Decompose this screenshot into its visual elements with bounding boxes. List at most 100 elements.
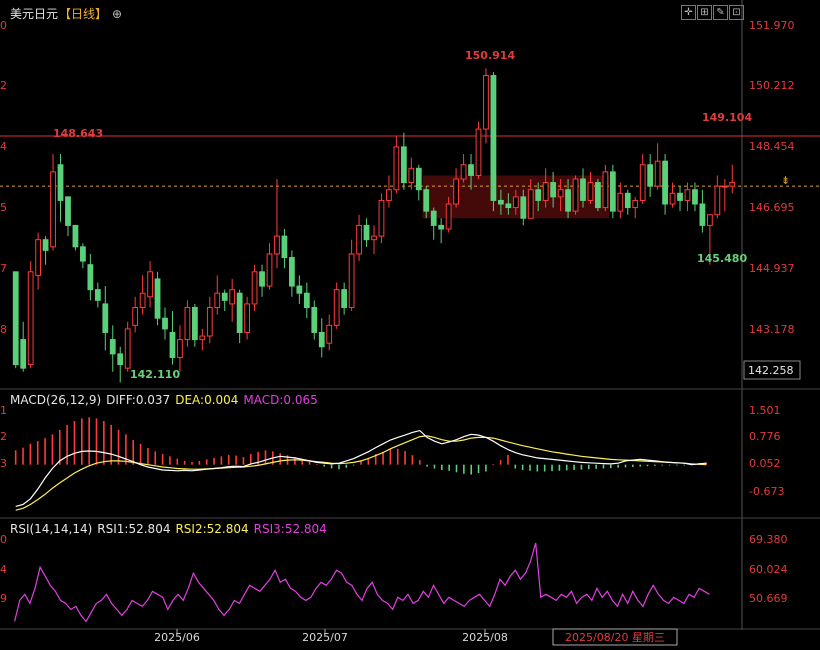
symbol-label: 美元日元	[10, 7, 59, 21]
chart-canvas[interactable]: ⇟148.643142.110150.914145.480149.104151.…	[0, 0, 820, 646]
time-tick-label: 2025/07	[302, 631, 348, 644]
candle-up	[266, 253, 273, 287]
candle-up	[527, 189, 534, 219]
macd-macd-value: MACD:0.065	[243, 393, 318, 407]
candle-down	[109, 339, 116, 355]
candle-up	[124, 328, 131, 369]
candle-up	[386, 189, 392, 201]
rsi-line	[14, 542, 710, 623]
candle-down	[490, 75, 497, 201]
candle-down	[550, 182, 557, 198]
left-price-tick: 8	[0, 323, 7, 336]
rsi2-value: RSI2:52.804	[175, 522, 249, 536]
fullscreen-icon[interactable]: ⊡	[729, 5, 744, 20]
zoom-fit-icon[interactable]: ⊞	[697, 5, 712, 20]
candle-down	[624, 192, 631, 209]
candle-down	[415, 167, 422, 191]
candle-down	[94, 289, 101, 301]
macd-diff-value: DIFF:0.037	[106, 393, 171, 407]
candle-down	[12, 271, 19, 366]
rsi-params: RSI(14,14,14)	[10, 522, 93, 536]
price-tick: 148.454	[749, 140, 795, 153]
candle-down	[662, 160, 668, 205]
rsi-left-tick: 4	[0, 563, 7, 576]
candle-down	[117, 353, 124, 366]
candle-up	[408, 167, 415, 184]
candle-down	[236, 292, 243, 333]
candle-down	[281, 235, 288, 259]
period-label[interactable]: 【日线】	[59, 7, 107, 21]
candle-up	[654, 160, 661, 187]
candle-down	[400, 146, 407, 184]
candle-up	[326, 324, 333, 344]
price-tick: 143.178	[749, 323, 795, 336]
candle-up	[132, 306, 139, 326]
candle-up	[669, 192, 676, 205]
candle-down	[438, 224, 445, 230]
candle-down	[692, 189, 698, 205]
candle-down	[20, 339, 27, 369]
candle-down	[57, 164, 64, 201]
left-price-tick: 0	[0, 19, 7, 32]
candle-down	[423, 189, 430, 212]
candle-down	[580, 178, 586, 201]
macd-tick: 0.776	[749, 430, 781, 443]
candle-down	[565, 189, 571, 212]
candle-down	[341, 289, 348, 308]
candle-up	[632, 199, 639, 209]
candle-down	[318, 331, 325, 348]
chart-stage: ⇟ 148.643 142.110 150.914 145.480 149.104 151.…	[0, 0, 820, 646]
candle-down	[609, 171, 616, 212]
candle-up	[27, 271, 34, 366]
candle-down	[72, 224, 79, 248]
candle-down	[80, 246, 86, 262]
rsi-tick: 50.669	[749, 592, 788, 605]
candle-down	[430, 210, 437, 226]
candle-down	[65, 196, 71, 226]
annotation-high-july: 150.914	[465, 49, 515, 62]
candle-down	[169, 331, 176, 358]
candle-up	[721, 185, 728, 188]
current-price-marker: ⇟	[781, 174, 790, 187]
candle-up	[378, 199, 385, 237]
candle-up	[251, 271, 258, 305]
price-tick: 151.970	[749, 19, 795, 32]
price-tick: 144.937	[749, 262, 795, 275]
candle-up	[557, 189, 564, 198]
candle-up	[572, 178, 579, 212]
candle-up	[348, 253, 355, 308]
candle-up	[177, 339, 183, 358]
time-tick-label: 2025/06	[154, 631, 200, 644]
rsi-left-tick: 9	[0, 592, 7, 605]
candle-down	[677, 192, 683, 201]
candle-up	[229, 289, 236, 305]
candle-down	[595, 182, 601, 209]
candle-down	[296, 285, 303, 294]
crosshair-icon[interactable]: ✛	[681, 5, 696, 20]
candle-up	[244, 303, 251, 333]
last-price-value: 142.258	[748, 364, 794, 377]
candle-down	[42, 239, 49, 251]
candle-up	[684, 189, 691, 201]
candle-up	[729, 182, 736, 187]
candle-up	[617, 192, 624, 212]
draw-tools-icon[interactable]: ✎	[713, 5, 728, 20]
add-indicator-icon[interactable]: ⊕	[112, 7, 122, 21]
candle-up	[199, 335, 206, 341]
candle-down	[535, 189, 542, 201]
candle-up	[587, 182, 594, 201]
candle-up	[393, 146, 400, 191]
price-tick: 146.695	[749, 201, 795, 214]
candle-down	[259, 271, 265, 287]
candle-up	[206, 306, 213, 337]
annotation-high-june: 148.643	[53, 127, 103, 140]
candle-up	[274, 235, 280, 255]
candle-down	[154, 278, 161, 319]
candle-up	[483, 75, 489, 130]
left-price-tick: 5	[0, 201, 7, 214]
macd-dea-value: DEA:0.004	[175, 393, 239, 407]
candle-up	[50, 171, 56, 248]
macd-header: MACD(26,12,9) DIFF:0.037 DEA:0.004 MACD:0.0…	[10, 393, 323, 407]
candle-up	[639, 164, 646, 201]
candle-down	[497, 199, 504, 205]
